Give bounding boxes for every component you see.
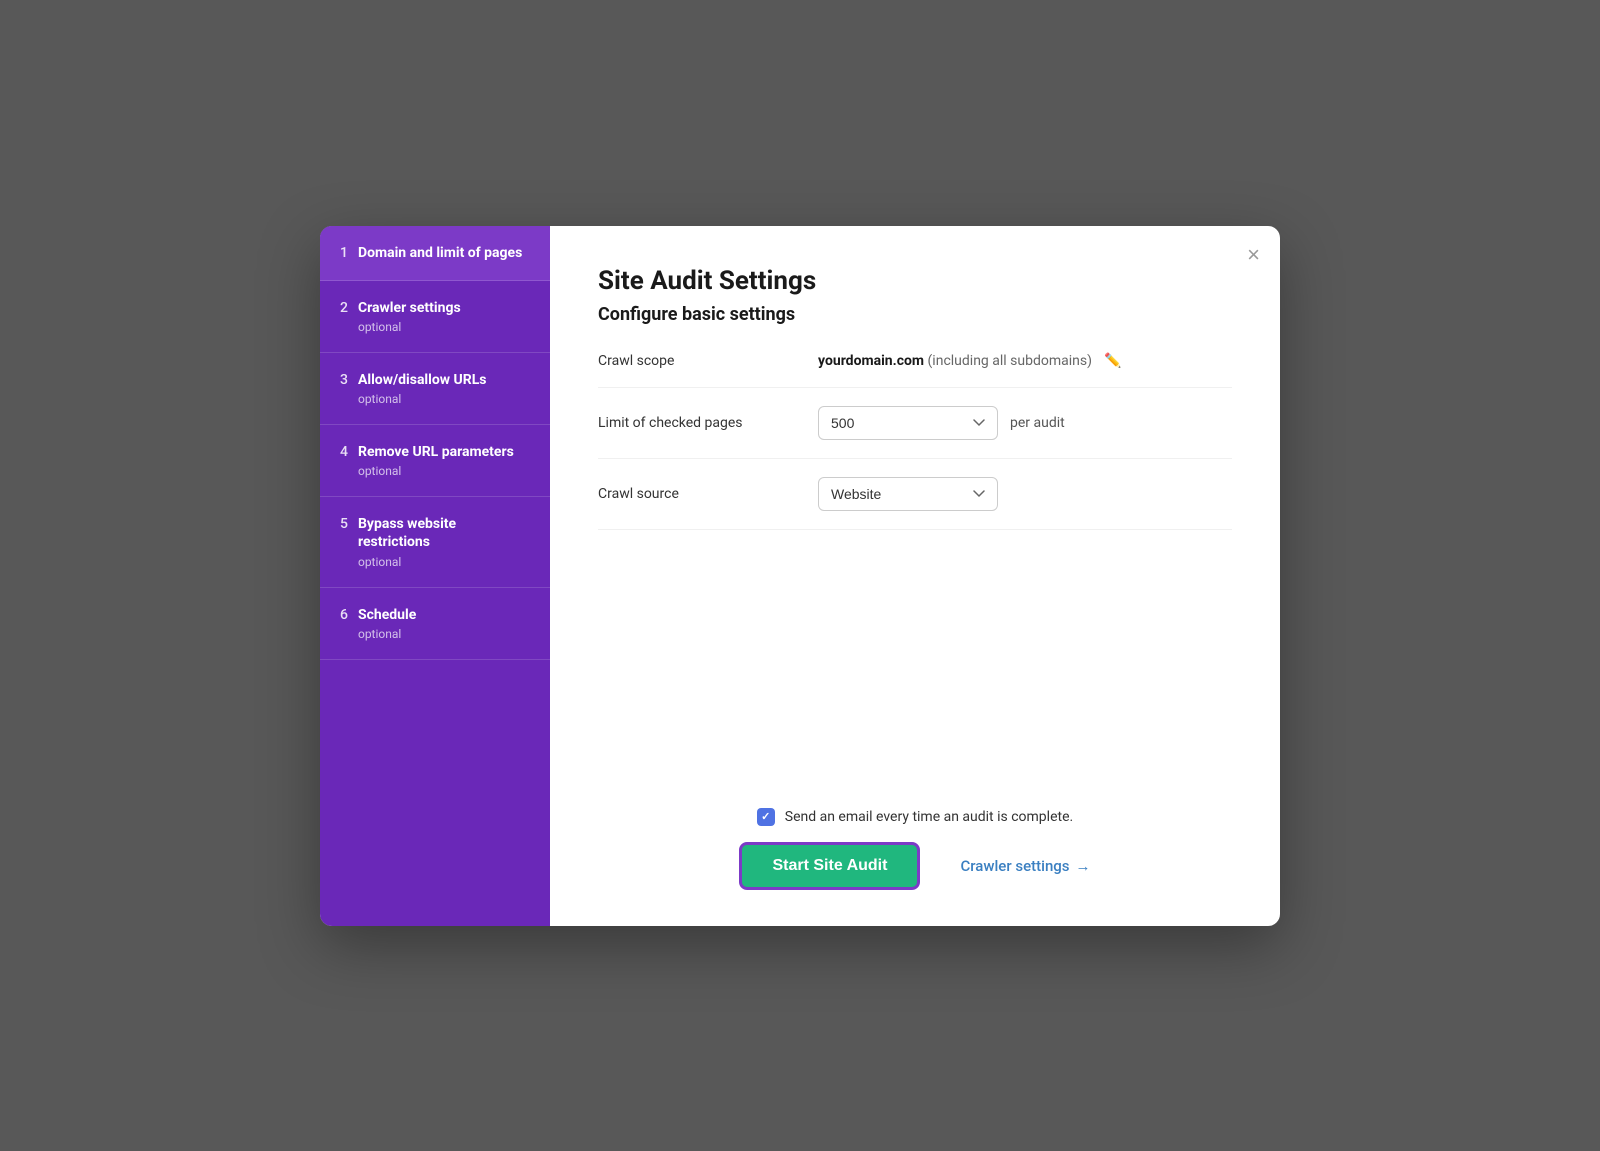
sidebar-title-6: Schedule <box>358 606 416 624</box>
crawl-scope-suffix: (including all subdomains) <box>928 353 1092 369</box>
close-button[interactable]: × <box>1247 244 1260 266</box>
modal-dialog: 1 Domain and limit of pages 2 Crawler se… <box>320 226 1280 926</box>
edit-domain-icon[interactable]: ✏️ <box>1104 353 1121 369</box>
limit-select[interactable]: 10050010005000100002000050000100000Unlim… <box>818 406 998 440</box>
limit-value-group: 10050010005000100002000050000100000Unlim… <box>818 406 1232 440</box>
sidebar-number-2: 2 <box>340 300 348 316</box>
email-row: Send an email every time an audit is com… <box>757 808 1073 826</box>
settings-form: Crawl scope yourdomain.com (including al… <box>598 353 1232 530</box>
per-audit-text: per audit <box>1010 415 1065 431</box>
crawler-settings-link[interactable]: Crawler settings → <box>960 857 1090 875</box>
sidebar-item-6[interactable]: 6 Schedule optional <box>320 588 550 660</box>
crawler-link-text: Crawler settings <box>960 857 1069 875</box>
crawl-source-select[interactable]: WebsiteSitemapWebsite & Sitemap <box>818 477 998 511</box>
sidebar-content-4: Remove URL parameters optional <box>358 443 514 478</box>
sidebar-title-3: Allow/disallow URLs <box>358 371 487 389</box>
sidebar-number-1: 1 <box>340 245 348 261</box>
sidebar-sub-6: optional <box>358 627 416 641</box>
sidebar-item-5[interactable]: 5 Bypass website restrictions optional <box>320 497 550 587</box>
sidebar-content-3: Allow/disallow URLs optional <box>358 371 487 406</box>
limit-row: Limit of checked pages 10050010005000100… <box>598 388 1232 459</box>
limit-label: Limit of checked pages <box>598 415 798 431</box>
crawl-source-row: Crawl source WebsiteSitemapWebsite & Sit… <box>598 459 1232 530</box>
modal-overlay: 1 Domain and limit of pages 2 Crawler se… <box>0 0 1600 1151</box>
sidebar-content-6: Schedule optional <box>358 606 416 641</box>
sidebar-number-4: 4 <box>340 444 348 460</box>
sidebar-number-3: 3 <box>340 372 348 388</box>
sidebar-title-2: Crawler settings <box>358 299 461 317</box>
sidebar-title-1: Domain and limit of pages <box>358 244 522 262</box>
sidebar-content-5: Bypass website restrictions optional <box>358 515 530 568</box>
section-title: Configure basic settings <box>598 304 1232 325</box>
crawl-scope-value: yourdomain.com (including all subdomains… <box>818 353 1232 369</box>
sidebar-content-2: Crawler settings optional <box>358 299 461 334</box>
crawl-scope-label: Crawl scope <box>598 353 798 369</box>
sidebar-sub-4: optional <box>358 464 514 478</box>
crawl-source-label: Crawl source <box>598 486 798 502</box>
sidebar-item-3[interactable]: 3 Allow/disallow URLs optional <box>320 353 550 425</box>
bottom-section: Send an email every time an audit is com… <box>598 778 1232 890</box>
arrow-icon: → <box>1076 857 1091 875</box>
sidebar-title-4: Remove URL parameters <box>358 443 514 461</box>
email-checkbox[interactable] <box>757 808 775 826</box>
sidebar-item-1[interactable]: 1 Domain and limit of pages <box>320 226 550 281</box>
email-label: Send an email every time an audit is com… <box>785 809 1073 825</box>
action-row: Start Site Audit Crawler settings → <box>739 842 1090 890</box>
sidebar-item-2[interactable]: 2 Crawler settings optional <box>320 281 550 353</box>
sidebar-number-5: 5 <box>340 516 348 532</box>
sidebar-content-1: Domain and limit of pages <box>358 244 522 262</box>
sidebar-title-5: Bypass website restrictions <box>358 515 530 551</box>
start-audit-button[interactable]: Start Site Audit <box>739 842 920 890</box>
sidebar-number-6: 6 <box>340 607 348 623</box>
crawl-source-value-group: WebsiteSitemapWebsite & Sitemap <box>818 477 1232 511</box>
sidebar-sub-5: optional <box>358 555 530 569</box>
sidebar-sub-2: optional <box>358 320 461 334</box>
modal-title: Site Audit Settings <box>598 266 1232 296</box>
sidebar: 1 Domain and limit of pages 2 Crawler se… <box>320 226 550 926</box>
main-panel: × Site Audit Settings Configure basic se… <box>550 226 1280 926</box>
sidebar-sub-3: optional <box>358 392 487 406</box>
sidebar-item-4[interactable]: 4 Remove URL parameters optional <box>320 425 550 497</box>
crawl-scope-row: Crawl scope yourdomain.com (including al… <box>598 353 1232 388</box>
crawl-scope-domain: yourdomain.com (including all subdomains… <box>818 353 1092 369</box>
